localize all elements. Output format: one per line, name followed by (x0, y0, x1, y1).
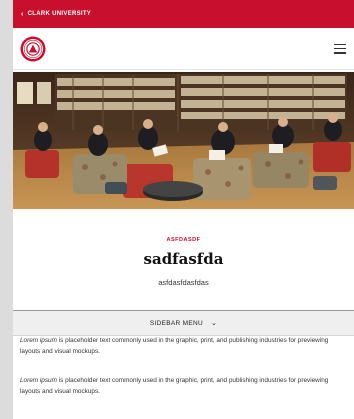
hamburger-icon[interactable] (334, 43, 346, 54)
top-bar: ‹ CLARK UNIVERSITY (13, 0, 354, 28)
page-title: sadfasfda (143, 250, 224, 268)
paragraph-emphasis: Lorem ipsum (20, 337, 57, 344)
page: ‹ CLARK UNIVERSITY ASFDASDF sadfasfda as… (13, 0, 354, 419)
chevron-down-icon: ⌄ (210, 320, 218, 327)
sidebar-menu-toggle[interactable]: SIDEBAR MENU ⌄ (13, 310, 354, 336)
site-header (13, 28, 354, 70)
body-paragraph-2: Lorem ipsum is placeholder text commonly… (20, 375, 350, 397)
paragraph-text: is placeholder text commonly used in the… (20, 337, 329, 355)
chevron-left-icon[interactable]: ‹ (21, 11, 24, 18)
eyebrow-label: ASFDASDF (166, 237, 201, 243)
body-paragraph-1: Lorem ipsum is placeholder text commonly… (20, 335, 350, 357)
sidebar-menu-label: SIDEBAR MENU (149, 319, 203, 327)
hero-content: ASFDASDF sadfasfda asfdasfdasfdas (13, 209, 354, 287)
library-students-photo (13, 72, 354, 209)
paragraph-emphasis: Lorem ipsum (20, 377, 57, 384)
hero-image (13, 72, 354, 209)
page-subtitle: asfdasfdasfdas (158, 278, 209, 287)
back-link-clark-university[interactable]: CLARK UNIVERSITY (28, 11, 91, 17)
paragraph-text: is placeholder text commonly used in the… (20, 377, 329, 395)
clark-seal-icon[interactable] (20, 36, 46, 62)
